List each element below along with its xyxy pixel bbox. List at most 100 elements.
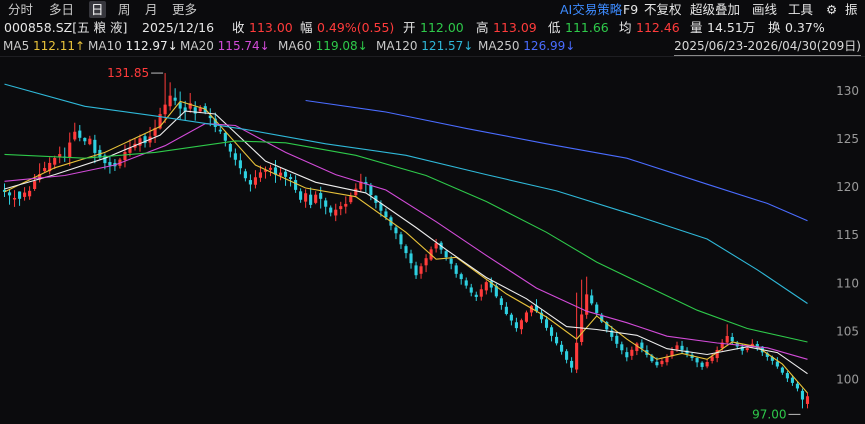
candle-body [394, 227, 398, 234]
candle-body [419, 266, 423, 274]
candle-body [238, 160, 242, 169]
y-tick-label: 105 [836, 324, 859, 338]
candle-body [83, 137, 87, 142]
candle-body [248, 180, 252, 185]
candle-body [595, 304, 599, 314]
candle-body [695, 358, 699, 363]
candle-body [218, 129, 222, 132]
ma60-line [4, 140, 808, 343]
candle-body [73, 131, 77, 140]
candle-body [519, 320, 523, 330]
candle-body [228, 143, 232, 152]
y-tick-label: 115 [836, 228, 859, 242]
candle-body [93, 139, 97, 153]
candle-body [319, 193, 323, 199]
candle-body [424, 258, 428, 266]
candle-body [680, 345, 684, 350]
candle-body [68, 142, 72, 158]
y-tick-label: 120 [836, 180, 859, 194]
candle-body [780, 367, 784, 373]
candle-body [795, 383, 800, 389]
candle-body [7, 192, 12, 196]
candle-body [344, 203, 348, 207]
candle-body [700, 362, 704, 367]
candle-body [384, 211, 388, 218]
candle-body [43, 168, 47, 172]
candle-body [459, 274, 463, 280]
candle-body [464, 280, 468, 286]
candle-body [88, 138, 92, 145]
candle-body [509, 314, 513, 321]
candle-body [283, 171, 288, 177]
candle-body [223, 133, 227, 141]
candle-body [565, 351, 569, 360]
candle-body [615, 335, 619, 344]
candle-body [414, 265, 418, 276]
candle-body [18, 191, 22, 199]
candle-body [12, 197, 17, 200]
candle-body [570, 360, 574, 368]
candle-body [278, 172, 283, 176]
candle-body [555, 336, 559, 344]
candle-body [53, 158, 57, 165]
candle-body [775, 361, 779, 367]
candle-body [705, 362, 709, 367]
candle-body [329, 207, 333, 213]
candle-body [660, 360, 664, 365]
candle-body [479, 289, 483, 297]
candle-body [474, 294, 478, 297]
candle-body [805, 396, 810, 404]
candle-body [434, 243, 438, 249]
candle-body [289, 177, 293, 179]
candle-body [349, 196, 353, 203]
candle-body [625, 352, 629, 358]
y-tick-label: 110 [836, 276, 859, 290]
candle-body [409, 253, 413, 264]
candle-body [253, 177, 257, 185]
candle-body [78, 130, 82, 138]
candle-body [560, 344, 564, 352]
candle-body [449, 258, 453, 264]
ma120-line [4, 83, 808, 304]
candle-body [544, 319, 549, 328]
candle-body [369, 184, 373, 195]
candle-body [524, 312, 529, 322]
candle-body [484, 282, 488, 291]
candle-body [309, 194, 313, 205]
candlestick-chart[interactable]: 100 105 110 115 120 125 130 131.85 97.00 [0, 0, 865, 424]
candle-body [138, 138, 142, 146]
candle-body [294, 180, 298, 190]
candle-body [163, 104, 167, 115]
candle-body [575, 342, 579, 370]
candle-body [640, 342, 644, 349]
candle-body [334, 209, 338, 216]
candle-body [198, 108, 202, 112]
candle-body [123, 152, 127, 161]
candle-body [504, 306, 508, 314]
candle-body [800, 390, 805, 400]
candle-body [730, 336, 734, 342]
candle-body [399, 234, 403, 245]
candle-body [108, 162, 112, 166]
candle-body [233, 153, 237, 160]
candle-body [354, 188, 358, 196]
candle-body [404, 246, 408, 254]
candle-body [785, 373, 789, 379]
candle-body [725, 336, 729, 343]
candle-body [28, 190, 32, 197]
y-tick-label: 130 [836, 84, 859, 98]
y-tick-label: 125 [836, 132, 859, 146]
candle-body [268, 167, 273, 170]
y-tick-label: 100 [836, 373, 859, 387]
candle-body [630, 349, 634, 356]
candle-body [620, 344, 624, 351]
candle-body [33, 181, 37, 190]
candle-body [444, 251, 448, 258]
high-marker-label: 131.85 [107, 66, 149, 80]
candle-body [499, 298, 503, 306]
candle-body [454, 265, 458, 274]
candle-body [324, 200, 328, 207]
candle-body [675, 345, 679, 350]
candle-body [745, 348, 749, 351]
candle-body [23, 192, 27, 197]
